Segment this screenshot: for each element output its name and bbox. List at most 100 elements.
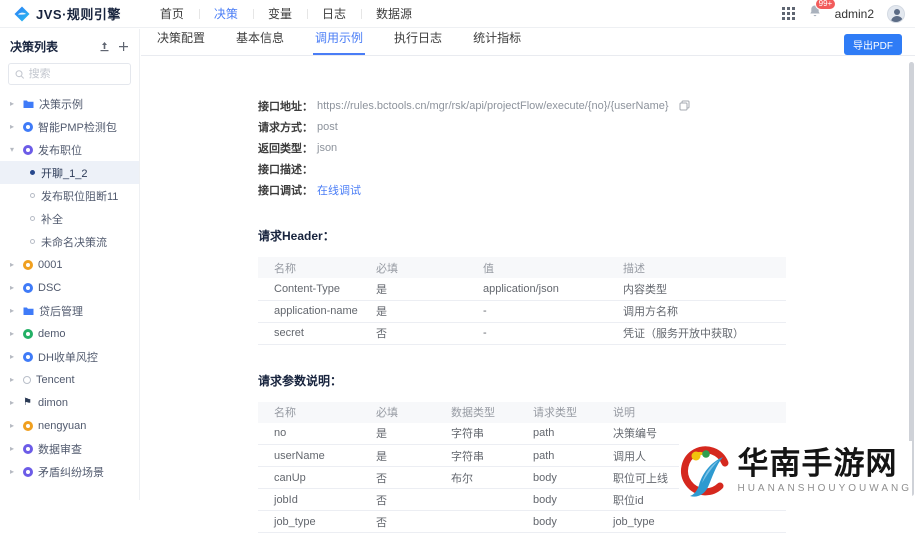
sidebar-subitem-3-2[interactable]: 发布职位阻断11 [0,184,139,207]
sidebar-subitem-label: 发布职位阻断11 [41,188,118,204]
caret-icon: ▾ [10,145,18,154]
request-header-col-3: 值 [467,257,607,278]
request-params-cell: 是 [360,445,435,467]
api-field-label: 返回类型： [258,140,313,156]
sidebar-item-10[interactable]: ▸⚑dimon [0,391,139,414]
menu-item-1[interactable]: 首页 [145,0,199,28]
search-input[interactable] [29,68,124,80]
sidebar-item-7[interactable]: ▸demo [0,322,139,345]
request-header-title: 请求Header： [258,227,915,244]
sidebar-item-label: 决策示例 [39,96,83,112]
dot-icon [30,216,35,221]
request-header-col-1: 名称 [258,257,360,278]
request-params-cell: path [517,445,597,467]
menu-item-2[interactable]: 决策 [199,0,253,28]
caret-icon: ▸ [10,99,18,108]
sidebar-subitem-3-1[interactable]: 开聊_1_2 [0,161,139,184]
sidebar-subitem-3-3[interactable]: 补全 [0,207,139,230]
watermark-subtitle: HUANANSHOUYOUWANG [737,483,912,494]
apps-grid-icon[interactable] [782,7,795,20]
sidebar-subitem-label: 未命名决策流 [41,234,107,250]
copy-icon[interactable] [679,100,690,111]
request-params-head: 名称必填数据类型请求类型说明 [258,402,786,423]
sidebar-subitem-3-4[interactable]: 未命名决策流 [0,230,139,253]
api-field-label: 接口描述： [258,161,313,177]
table-row: secret否-凭证（服务开放中获取） [258,322,786,344]
sidebar-item-label: 0001 [38,259,62,271]
request-header-cell: 调用方名称 [607,300,786,322]
tab-bar: 决策配置 基本信息 调用示例 执行日志 统计指标 导出PDF [141,29,915,56]
sidebar-item-2[interactable]: ▸智能PMP检测包 [0,115,139,138]
watermark-logo [679,441,731,499]
app-root: JVS·规则引擎 首页决策变量日志数据源 99+ admin2 决策列表 [0,0,915,500]
notifications[interactable]: 99+ [808,4,822,23]
add-icon[interactable] [118,41,129,52]
sidebar-item-8[interactable]: ▸DH收单风控 [0,345,139,368]
request-params-col-2: 必填 [360,402,435,423]
tab-1[interactable]: 决策配置 [155,29,207,55]
sidebar-actions [99,41,129,52]
dot-icon [30,193,35,198]
sidebar-subitem-label: 补全 [41,211,63,227]
api-field-value: post [317,121,338,133]
request-params-cell: 字符串 [435,445,517,467]
api-field-label: 接口调试： [258,182,313,198]
request-params-cell: no [258,423,360,445]
sidebar-item-label: Tencent [36,374,75,386]
sidebar-item-label: nengyuan [38,420,86,432]
table-row: Content-Type是application/json内容类型 [258,278,786,300]
api-field-2: 请求方式： post [258,116,915,137]
avatar[interactable] [887,5,905,23]
tab-3[interactable]: 调用示例 [313,29,365,55]
api-field-label: 请求方式： [258,119,313,135]
menu-item-4[interactable]: 日志 [307,0,361,28]
sidebar-item-12[interactable]: ▸数据审查 [0,437,139,460]
sidebar-item-11[interactable]: ▸nengyuan [0,414,139,437]
tab-2[interactable]: 基本信息 [234,29,286,55]
request-header-cell: - [467,322,607,344]
main-panel: 决策配置基本信息调用示例执行日志统计指标 导出PDF 接口地址：https://… [141,29,915,500]
brand-title: JVS·规则引擎 [36,4,121,23]
sidebar-title: 决策列表 [10,38,58,55]
request-header-header-row: 名称必填值描述 [258,257,786,278]
sidebar-item-13[interactable]: ▸矛盾纠纷场景 [0,460,139,483]
export-pdf-button[interactable]: 导出PDF [844,34,902,55]
vertical-scrollbar[interactable] [909,62,914,496]
sidebar-item-6[interactable]: ▸贷后管理 [0,299,139,322]
table-row: job_type否bodyjob_type [258,511,786,533]
decision-tree: ▸ 决策示例 ▸智能PMP检测包 ▾ 发布职位开聊_1_2 发布职位阻断11 补全未命名决策… [0,92,139,483]
app-icon [23,352,33,362]
app-icon [23,145,33,155]
sidebar-item-label: demo [38,328,66,340]
request-header-cell: 凭证（服务开放中获取） [607,322,786,344]
request-header-table: 名称必填值描述Content-Type是application/json内容类型… [258,257,786,345]
navbar-right: 99+ admin2 [782,4,905,23]
notification-badge: 99+ [815,0,837,10]
caret-icon: ▸ [10,352,18,361]
api-field-4: 接口描述： [258,158,915,179]
api-field-value: json [317,142,337,154]
username[interactable]: admin2 [835,7,874,21]
menu-item-5[interactable]: 数据源 [361,0,427,28]
sidebar-item-label: 发布职位 [38,142,82,158]
app-icon [23,329,33,339]
api-field-value: https://rules.bctools.cn/mgr/rsk/api/pro… [317,100,669,112]
sidebar-item-3[interactable]: ▾ 发布职位 [0,138,139,161]
tab-4[interactable]: 执行日志 [392,29,444,55]
caret-icon: ▸ [10,467,18,476]
selected-dot-icon [30,170,35,175]
sidebar-item-5[interactable]: ▸DSC [0,276,139,299]
online-debug-link[interactable]: 在线调试 [317,182,361,198]
sidebar-item-9[interactable]: ▸Tencent [0,368,139,391]
sidebar-item-4[interactable]: ▸0001 [0,253,139,276]
menu-item-3[interactable]: 变量 [253,0,307,28]
request-header-cell: application/json [467,278,607,300]
tab-5[interactable]: 统计指标 [471,29,523,55]
sidebar: 决策列表 ▸ 决策示例 ▸智能PMP检测包 ▾ 发布职位开聊_1_2 发布职位阻断11 补全… [0,29,140,500]
sidebar-search [8,63,131,85]
request-params-cell: body [517,511,597,533]
app-icon [23,122,33,132]
sort-icon[interactable] [99,41,110,52]
sidebar-item-1[interactable]: ▸ 决策示例 [0,92,139,115]
tabs: 决策配置 基本信息 调用示例 执行日志 统计指标 [155,29,550,55]
